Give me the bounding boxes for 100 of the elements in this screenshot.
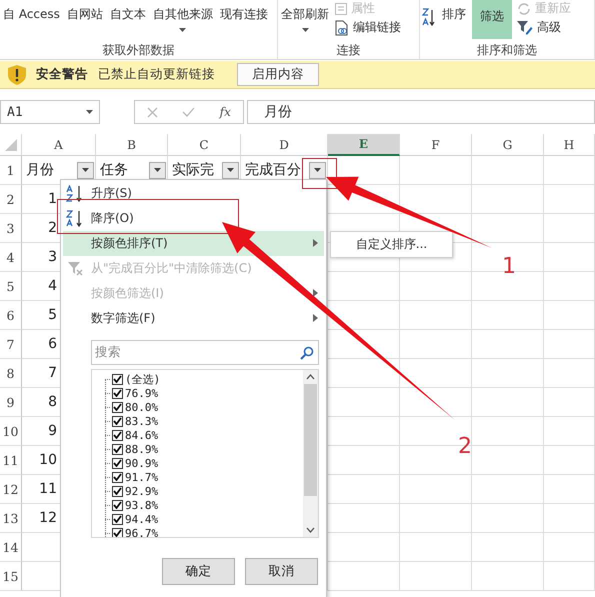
checkbox[interactable] [112, 430, 123, 440]
checkbox[interactable] [112, 500, 123, 510]
row-header[interactable]: 11 [0, 446, 22, 475]
scroll-thumb[interactable] [304, 384, 317, 496]
group-label: 排序和筛选 [476, 42, 538, 59]
ribbon-button[interactable]: 现有连接 [218, 6, 269, 23]
row-header[interactable]: 8 [0, 359, 22, 388]
table-cell [328, 417, 400, 446]
sort-descending-icon[interactable] [422, 8, 436, 28]
dialog-button[interactable]: 取消 [245, 558, 318, 585]
value-label: 94.4% [125, 512, 158, 526]
row-header[interactable]: 3 [0, 214, 22, 243]
column-header[interactable]: E [328, 134, 400, 156]
ribbon-button[interactable]: 自其他来源 [152, 6, 214, 32]
cell-text: 4 [48, 278, 57, 294]
column-header[interactable]: A [22, 134, 96, 156]
column-header[interactable]: H [544, 134, 595, 156]
column-header[interactable]: G [472, 134, 544, 156]
row-header[interactable]: 5 [0, 272, 22, 301]
highlight-frame [302, 158, 337, 189]
table-cell [544, 533, 595, 562]
checkbox[interactable] [112, 388, 123, 398]
table-cell [400, 301, 472, 330]
row-header[interactable]: 4 [0, 243, 22, 272]
checkbox[interactable] [112, 416, 123, 426]
row-header[interactable]: 9 [0, 388, 22, 417]
caret-icon [302, 28, 308, 32]
cell-text: 1 [48, 191, 57, 207]
checkbox[interactable] [112, 444, 123, 454]
ribbon-button[interactable]: 排序 [441, 6, 467, 23]
table-cell [472, 359, 544, 388]
cell-text: 7 [48, 365, 57, 381]
row-header[interactable]: 7 [0, 330, 22, 359]
caret-icon [86, 110, 93, 114]
menu-item[interactable]: 按颜色排序(T) [63, 231, 324, 256]
value-label: 90.9% [125, 456, 158, 470]
formula-field[interactable]: 月份 [247, 100, 595, 124]
ribbon-button[interactable]: 筛选 [472, 0, 512, 39]
table-cell [400, 562, 472, 591]
submenu-item[interactable]: 自定义排序... [330, 231, 453, 258]
checkbox[interactable] [112, 402, 123, 412]
filter-button[interactable] [77, 162, 94, 178]
table-cell [544, 243, 595, 272]
column-header[interactable]: C [168, 134, 241, 156]
cell-text: 8 [48, 394, 57, 410]
ribbon-button[interactable]: 高级 [517, 19, 571, 36]
value-label: 93.8% [125, 498, 158, 512]
caret-icon [179, 28, 186, 32]
table-cell [472, 156, 544, 185]
filter-button[interactable] [309, 162, 326, 178]
checkbox[interactable] [112, 514, 123, 524]
cell-text: 3 [48, 249, 57, 265]
column-header[interactable]: D [241, 134, 328, 156]
menu-item[interactable]: 数字筛选(F) [63, 306, 324, 331]
checkbox[interactable] [112, 472, 123, 482]
chevron-right-icon [313, 239, 318, 247]
column-header[interactable]: F [400, 134, 472, 156]
table-cell [472, 533, 544, 562]
ribbon-button[interactable]: 编辑链接 [335, 19, 401, 36]
chevron-right-icon [313, 289, 318, 297]
dialog-button[interactable]: 确定 [162, 558, 235, 585]
row-header[interactable]: 15 [0, 562, 22, 591]
row-header[interactable]: 2 [0, 185, 22, 214]
row-header[interactable]: 14 [0, 533, 22, 562]
column-header[interactable]: B [96, 134, 168, 156]
check-icon[interactable] [182, 107, 196, 117]
row-header[interactable]: 10 [0, 417, 22, 446]
cell-text: 5 [48, 307, 57, 323]
caret-icon [314, 168, 321, 172]
row-header[interactable]: 6 [0, 301, 22, 330]
table-cell [328, 272, 400, 301]
name-box[interactable]: A1 [0, 100, 100, 124]
table-cell [400, 156, 472, 185]
table-cell [328, 446, 400, 475]
ribbon-button[interactable]: 自文本 [108, 6, 147, 23]
checkbox[interactable] [112, 458, 123, 468]
table-cell [472, 330, 544, 359]
checkbox[interactable] [112, 374, 123, 384]
filter-button[interactable] [222, 162, 239, 178]
checkbox[interactable] [112, 528, 123, 537]
enable-content-button[interactable]: 启用内容 [237, 63, 319, 86]
filter-button[interactable] [149, 162, 166, 178]
table-cell [544, 359, 595, 388]
checkbox[interactable] [112, 486, 123, 496]
row-header[interactable]: 1 [0, 156, 22, 185]
scrollbar[interactable] [303, 370, 318, 537]
search-field[interactable]: 搜索 [91, 340, 319, 365]
value-label: (全选) [125, 372, 160, 386]
ribbon-button[interactable]: 自 Access [2, 6, 61, 23]
table-cell [544, 185, 595, 214]
row-header[interactable]: 13 [0, 504, 22, 533]
ribbon-button[interactable]: 全部刷新 [280, 6, 330, 32]
ribbon-button[interactable]: 自网站 [66, 6, 104, 23]
menu-item[interactable]: 升序(S) [63, 181, 324, 206]
table-cell [472, 185, 544, 214]
row-header[interactable]: 12 [0, 475, 22, 504]
insert-function-button[interactable]: fx [220, 105, 231, 119]
search-icon [300, 346, 314, 360]
cell-text: 任务 [100, 161, 128, 179]
menu-item[interactable]: 降序(O) [63, 206, 324, 231]
